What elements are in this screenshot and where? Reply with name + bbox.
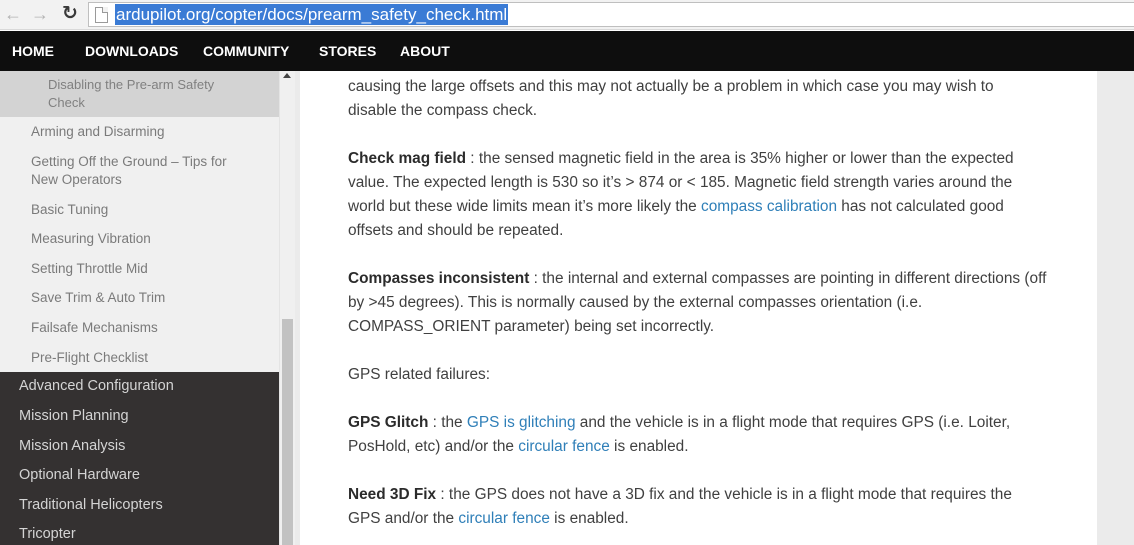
sidebar-active-label-line1: Disabling the Pre-arm Safety xyxy=(48,77,215,92)
back-arrow-icon[interactable]: ← xyxy=(3,4,23,24)
gps-heading: GPS related failures: xyxy=(348,366,491,383)
scroll-up-arrow-icon[interactable] xyxy=(283,73,291,78)
scrollbar-thumb[interactable] xyxy=(282,319,293,545)
address-bar[interactable]: ardupilot.org/copter/docs/prearm_safety_… xyxy=(88,2,1134,27)
sidebar-scrollbar[interactable] xyxy=(279,71,295,545)
gps-glitch-paragraph: GPS Glitch : the GPS is glitching and th… xyxy=(348,411,1048,459)
compasses-term: Compasses inconsistent xyxy=(348,270,530,287)
sidebar-section-traditional-helicopters[interactable]: Traditional Helicopters xyxy=(19,497,163,513)
nav-about[interactable]: ABOUT xyxy=(400,31,450,71)
gps-glitch-term: GPS Glitch xyxy=(348,414,429,431)
need-3d-fix-term: Need 3D Fix xyxy=(348,486,437,503)
nav-home[interactable]: HOME xyxy=(12,31,54,71)
gps-glitch-text-c: is enabled. xyxy=(609,438,689,455)
sidebar-section-mission-planning[interactable]: Mission Planning xyxy=(19,408,129,424)
url-text[interactable]: ardupilot.org/copter/docs/prearm_safety_… xyxy=(115,4,509,25)
intro-line-1: causing the large offsets and this may n… xyxy=(348,78,994,95)
reload-icon[interactable]: ↻ xyxy=(60,4,80,24)
gps-glitch-text-a: : the xyxy=(428,414,467,431)
nav-stores[interactable]: STORES xyxy=(319,31,376,71)
intro-paragraph: causing the large offsets and this may n… xyxy=(348,75,1048,123)
nav-downloads[interactable]: DOWNLOADS xyxy=(85,31,178,71)
nav-community[interactable]: COMMUNITY xyxy=(203,31,289,71)
circular-fence-link[interactable]: circular fence xyxy=(518,438,610,455)
mag-field-paragraph: Check mag field : the sensed magnetic fi… xyxy=(348,147,1048,243)
sidebar-active-item[interactable]: Disabling the Pre-arm Safety Check xyxy=(0,71,279,117)
page-icon xyxy=(95,7,108,23)
browser-toolbar: ← → ↻ ardupilot.org/copter/docs/prearm_s… xyxy=(0,0,1134,30)
compasses-paragraph: Compasses inconsistent : the internal an… xyxy=(348,267,1048,339)
main-content: causing the large offsets and this may n… xyxy=(300,71,1097,545)
sidebar-item-failsafe[interactable]: Failsafe Mechanisms xyxy=(31,319,158,337)
need-3d-fix-text-b: is enabled. xyxy=(549,510,629,527)
sidebar-item-getting-off-ground[interactable]: Getting Off the Ground – Tips for xyxy=(31,153,227,171)
sidebar-item-measuring-vibration[interactable]: Measuring Vibration xyxy=(31,230,151,248)
compass-calibration-link[interactable]: compass calibration xyxy=(701,198,837,215)
mag-field-term: Check mag field xyxy=(348,150,467,167)
circular-fence-link-2[interactable]: circular fence xyxy=(458,510,550,527)
sidebar-sections: Advanced Configuration Mission Planning … xyxy=(0,372,279,545)
sidebar-item-preflight-checklist[interactable]: Pre-Flight Checklist xyxy=(31,349,148,367)
sidebar-item-save-trim[interactable]: Save Trim & Auto Trim xyxy=(31,289,165,307)
content-right-margin xyxy=(1097,71,1134,545)
need-3d-fix-text-a: : the GPS does not have a 3D fix and the… xyxy=(348,486,1012,527)
forward-arrow-icon[interactable]: → xyxy=(30,4,50,24)
site-nav-bar: HOME DOWNLOADS COMMUNITY STORES ABOUT xyxy=(0,31,1134,71)
sidebar-section-optional-hardware[interactable]: Optional Hardware xyxy=(19,467,140,483)
intro-line-2: disable the compass check. xyxy=(348,102,538,119)
need-3d-fix-paragraph: Need 3D Fix : the GPS does not have a 3D… xyxy=(348,483,1048,531)
sidebar: Disabling the Pre-arm Safety Check Armin… xyxy=(0,71,279,545)
sidebar-item-throttle-mid[interactable]: Setting Throttle Mid xyxy=(31,260,148,278)
gps-glitching-link[interactable]: GPS is glitching xyxy=(467,414,576,431)
sidebar-item-arming[interactable]: Arming and Disarming xyxy=(31,123,165,141)
sidebar-item-basic-tuning[interactable]: Basic Tuning xyxy=(31,201,108,219)
sidebar-section-mission-analysis[interactable]: Mission Analysis xyxy=(19,438,125,454)
sidebar-section-advanced-configuration[interactable]: Advanced Configuration xyxy=(19,378,174,394)
sidebar-active-label-line2: Check xyxy=(48,95,85,110)
sidebar-section-tricopter[interactable]: Tricopter xyxy=(19,526,76,542)
sidebar-item-getting-off-ground-line2[interactable]: New Operators xyxy=(31,171,122,189)
